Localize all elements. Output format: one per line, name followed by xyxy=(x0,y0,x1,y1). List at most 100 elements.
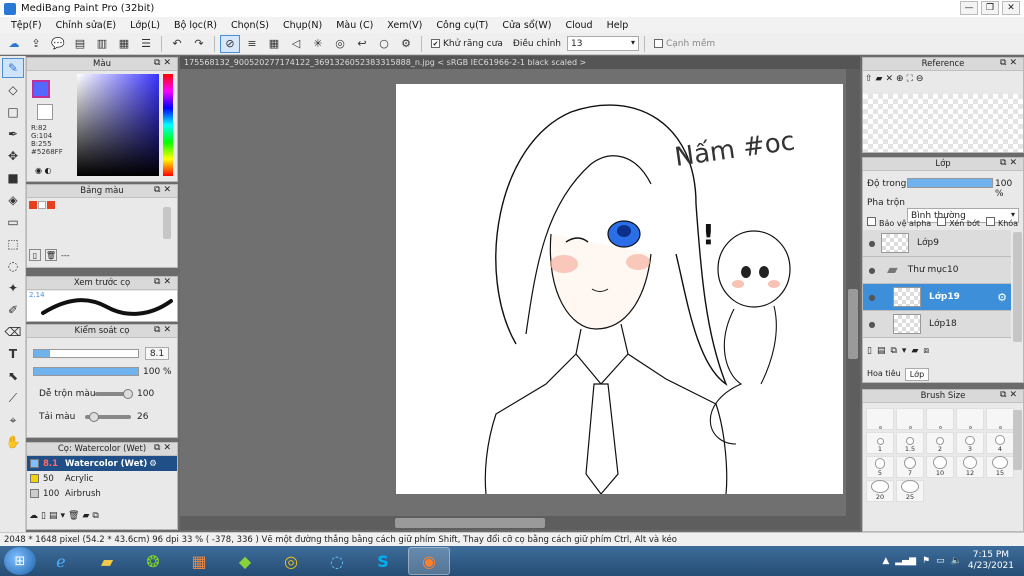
fill-rect-icon[interactable]: ■ xyxy=(2,168,24,188)
brush-size-slider[interactable] xyxy=(33,349,139,358)
app-green-icon[interactable]: ❂ xyxy=(132,547,174,575)
new-brush-icon[interactable]: ▯ xyxy=(41,511,46,521)
parallel-snap-icon[interactable]: ≡ xyxy=(242,35,262,53)
divide-tool-icon[interactable]: ⟋ xyxy=(2,388,24,408)
adjust-select[interactable]: 13 xyxy=(566,36,639,51)
layer-item[interactable]: ● Lớp9 xyxy=(863,230,1011,257)
move-tool-icon[interactable]: ✥ xyxy=(2,146,24,166)
merge-layer-icon[interactable]: ⧈ xyxy=(923,346,929,356)
perspective-snap-icon[interactable]: ◁ xyxy=(286,35,306,53)
brush-size-cell[interactable] xyxy=(896,408,924,430)
clipping-checkbox[interactable] xyxy=(937,217,947,226)
color-mode-icon[interactable]: ◉ ◐ xyxy=(35,166,52,175)
menu-file[interactable]: Tệp(F) xyxy=(4,20,49,31)
brush-size-cell[interactable]: 15 xyxy=(986,456,1014,478)
visibility-icon[interactable]: ● xyxy=(863,320,881,329)
saturation-value-picker[interactable] xyxy=(77,74,159,176)
page-icon[interactable]: ▥ xyxy=(92,35,112,53)
tab-layer[interactable]: Lớp xyxy=(904,368,930,381)
grid-snap-icon[interactable]: ▦ xyxy=(264,35,284,53)
vertical-scrollbar[interactable] xyxy=(846,69,860,516)
zoom-out-icon[interactable]: ⊖ xyxy=(916,74,924,84)
cloud-brush-icon[interactable]: ☁ xyxy=(29,511,38,521)
layer-item[interactable]: ● Lớp18 xyxy=(863,311,1011,338)
document-tab[interactable]: 175568132_900520277174122_36913260523833… xyxy=(180,56,860,69)
brush-size-cell[interactable] xyxy=(986,408,1014,430)
ie-icon[interactable]: ℯ xyxy=(40,547,82,575)
reference-image-area[interactable] xyxy=(863,94,1023,152)
radial-snap-icon[interactable]: ✳ xyxy=(308,35,328,53)
lock-toggle[interactable]: Khóa xyxy=(985,217,1018,228)
close-button[interactable]: ✕ xyxy=(1002,1,1020,15)
select-pen-icon[interactable]: ✐ xyxy=(2,300,24,320)
palette-swatch[interactable] xyxy=(29,201,37,209)
menu-cloud[interactable]: Cloud xyxy=(558,20,599,31)
restore-button[interactable]: ❐ xyxy=(981,1,999,15)
visibility-icon[interactable]: ● xyxy=(863,293,881,302)
file-explorer-icon[interactable]: ▰ xyxy=(86,547,128,575)
visibility-icon[interactable]: ● xyxy=(863,239,881,248)
fit-icon[interactable]: ⛶ xyxy=(907,74,913,84)
brush-size-cell[interactable]: 25 xyxy=(896,480,924,502)
palette-scrollbar[interactable] xyxy=(163,207,171,239)
gear-icon[interactable]: ⚙ xyxy=(396,35,416,53)
open-folder-icon[interactable]: ▰ xyxy=(876,74,883,84)
drawing-canvas[interactable]: Nấm #oc ! xyxy=(396,84,843,495)
undo-icon[interactable]: ↶ xyxy=(167,35,187,53)
menu-edit[interactable]: Chỉnh sửa(E) xyxy=(49,20,124,31)
brush-size-cell[interactable] xyxy=(956,408,984,430)
brush-size-value[interactable]: 8.1 xyxy=(145,347,169,360)
eraser-tool-icon[interactable]: ◇ xyxy=(2,80,24,100)
layer-settings-icon[interactable]: ⚙ xyxy=(997,291,1007,304)
clipping-toggle[interactable]: Xén bớt xyxy=(937,217,980,228)
hand-tool-icon[interactable]: ✋ xyxy=(2,432,24,452)
new-layer-icon[interactable]: ▯ xyxy=(867,346,872,356)
panel-close-icon[interactable]: ⧉✕ xyxy=(154,277,174,287)
cloud-upload-icon[interactable]: ⇧ xyxy=(865,74,873,84)
menu-view[interactable]: Xem(V) xyxy=(380,20,429,31)
layer-opacity-slider[interactable] xyxy=(907,178,993,188)
chrome-icon[interactable]: ◎ xyxy=(270,547,312,575)
operation-tool-icon[interactable]: ⬉ xyxy=(2,366,24,386)
brush-tool-icon[interactable]: ✎ xyxy=(2,58,24,78)
magic-wand-icon[interactable]: ✦ xyxy=(2,278,24,298)
mix-slider[interactable] xyxy=(95,389,133,399)
close-reference-icon[interactable]: ✕ xyxy=(885,74,893,84)
concentric-snap-icon[interactable]: ◎ xyxy=(330,35,350,53)
flow-slider[interactable] xyxy=(85,412,131,422)
menu-select[interactable]: Chọn(S) xyxy=(224,20,276,31)
panel-close-icon[interactable]: ⧉✕ xyxy=(154,325,174,335)
copy-brush-icon[interactable]: ▤ xyxy=(49,511,58,521)
select-tool-icon[interactable]: ⬚ xyxy=(2,234,24,254)
panel-close-icon[interactable]: ⧉✕ xyxy=(1000,390,1020,400)
new-folder-icon[interactable]: ▰ xyxy=(911,346,918,356)
app-blue-icon[interactable]: ◌ xyxy=(316,547,358,575)
menu-layer[interactable]: Lớp(L) xyxy=(123,20,167,31)
palette-swatch[interactable] xyxy=(38,201,46,209)
layer-scrollbar[interactable] xyxy=(1013,232,1022,342)
comment-icon[interactable]: 💬 xyxy=(48,35,68,53)
clock[interactable]: 7:15 PM 4/23/2021 xyxy=(968,550,1014,572)
dot-tool-icon[interactable]: □ xyxy=(2,102,24,122)
bucket-tool-icon[interactable]: ◈ xyxy=(2,190,24,210)
panel-close-icon[interactable]: ⧉✕ xyxy=(154,58,174,68)
brush-size-cell[interactable]: 2 xyxy=(926,432,954,454)
eyedropper-icon[interactable]: ⌖ xyxy=(2,410,24,430)
snap-off-icon[interactable]: ⊘ xyxy=(220,34,240,53)
lasso-tool-icon[interactable]: ◌ xyxy=(2,256,24,276)
new-halftone-layer-icon[interactable]: ▤ xyxy=(877,346,886,356)
brush-list-item[interactable]: 100 Airbrush xyxy=(27,486,177,501)
delete-palette-icon[interactable]: 🗑 xyxy=(45,249,57,261)
zoom-in-icon[interactable]: ⊕ xyxy=(896,74,904,84)
brush-menu-icon[interactable]: ▾ xyxy=(60,511,65,521)
brush-size-cell[interactable] xyxy=(866,408,894,430)
brush-size-cell[interactable]: 4 xyxy=(986,432,1014,454)
smooth-edge-checkbox[interactable] xyxy=(653,39,663,48)
background-color-swatch[interactable] xyxy=(37,104,53,120)
brush-list-item[interactable]: 50 Acrylic xyxy=(27,471,177,486)
smooth-edge-toggle[interactable]: Cạnh mềm xyxy=(653,39,715,49)
brush-size-cell[interactable] xyxy=(926,408,954,430)
brush-size-cell[interactable]: 7 xyxy=(896,456,924,478)
network-icon[interactable]: ▂▄▆ xyxy=(895,556,916,566)
delete-brush-icon[interactable]: 🗑 xyxy=(68,511,79,521)
